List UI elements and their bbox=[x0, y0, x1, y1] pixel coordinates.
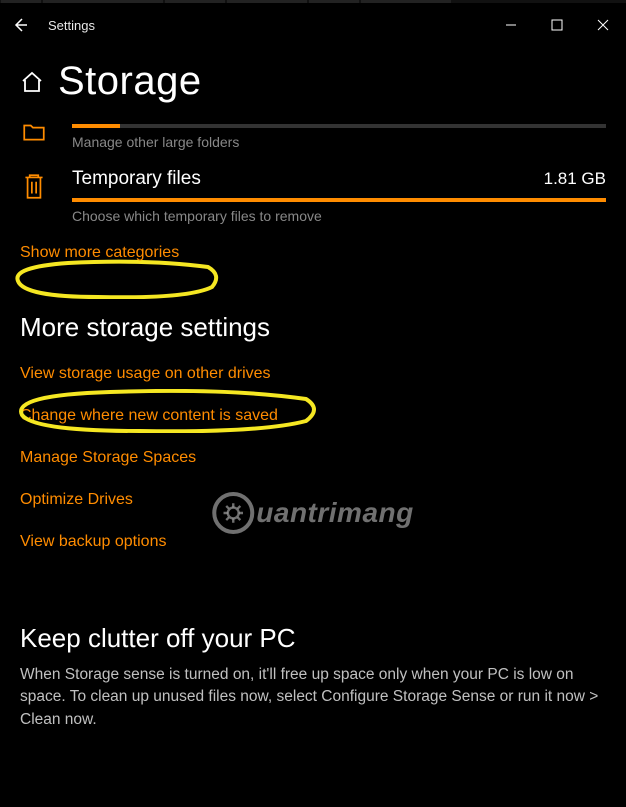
maximize-button[interactable] bbox=[534, 3, 580, 47]
header: Storage bbox=[0, 47, 626, 122]
more-settings-title: More storage settings bbox=[20, 312, 606, 343]
category-size: 1.81 GB bbox=[544, 169, 606, 189]
optimize-drives-link[interactable]: Optimize Drives bbox=[20, 491, 133, 509]
close-button[interactable] bbox=[580, 3, 626, 47]
highlight-circle-2 bbox=[10, 389, 318, 433]
view-backup-options-link[interactable]: View backup options bbox=[20, 533, 166, 551]
home-icon[interactable] bbox=[20, 70, 44, 94]
category-other[interactable]: Manage other large folders bbox=[20, 116, 606, 150]
maximize-icon bbox=[551, 19, 563, 31]
keep-clutter-text: When Storage sense is turned on, it'll f… bbox=[20, 664, 606, 731]
view-other-drives-link[interactable]: View storage usage on other drives bbox=[20, 365, 271, 383]
highlight-circle-1 bbox=[8, 259, 220, 299]
minimize-button[interactable] bbox=[488, 3, 534, 47]
manage-storage-spaces-link[interactable]: Manage Storage Spaces bbox=[20, 449, 196, 467]
category-hint: Manage other large folders bbox=[72, 134, 606, 150]
folder-icon bbox=[21, 119, 47, 145]
show-more-categories-link[interactable]: Show more categories bbox=[20, 244, 179, 262]
titlebar: Settings bbox=[0, 3, 626, 47]
category-name: Temporary files bbox=[72, 168, 201, 190]
category-temporary-files[interactable]: Temporary files 1.81 GB Choose which tem… bbox=[20, 168, 606, 224]
arrow-left-icon bbox=[12, 17, 28, 33]
window-title: Settings bbox=[48, 18, 488, 33]
usage-bar bbox=[72, 124, 606, 128]
usage-bar bbox=[72, 198, 606, 202]
minimize-icon bbox=[505, 19, 517, 31]
close-icon bbox=[597, 19, 609, 31]
page-title: Storage bbox=[58, 59, 202, 104]
trash-icon bbox=[21, 171, 47, 201]
back-button[interactable] bbox=[0, 3, 40, 47]
category-hint: Choose which temporary files to remove bbox=[72, 208, 606, 224]
keep-clutter-title: Keep clutter off your PC bbox=[20, 623, 606, 654]
